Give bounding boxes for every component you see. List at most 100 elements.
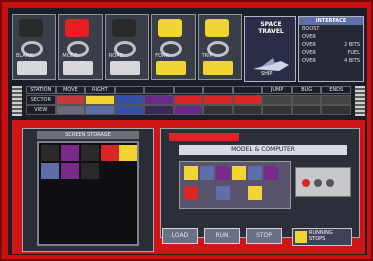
grid-cell	[262, 95, 292, 105]
storage-cell[interactable]	[41, 145, 59, 161]
grid-cell	[291, 95, 322, 105]
slot-base	[17, 61, 47, 75]
grid-cell	[173, 105, 204, 115]
grid-header-cell: BUG	[291, 86, 322, 94]
storage-cell[interactable]	[101, 145, 119, 161]
model-computer-title: MODEL & COMPUTER	[179, 145, 347, 155]
grid-rows: SECTOR VIEW	[26, 95, 352, 115]
slot-5[interactable]: TRIP	[197, 14, 243, 80]
stats-key: BOOST	[302, 26, 320, 32]
black-lamp-icon	[111, 19, 136, 37]
status-monitor	[295, 167, 351, 197]
stats-row: BOOST	[299, 25, 363, 33]
stats-val: FUEL	[347, 50, 360, 56]
control-buttons: LOAD RUN STOP RUNNING STOPS	[162, 228, 358, 250]
grid-header-cell	[144, 86, 174, 94]
crt-bezel: BLANK MODE ROAD FORK TRIP SPACE TRAVEL S…	[0, 0, 373, 261]
red-lamp-icon	[65, 19, 90, 37]
stats-header: INTERFACE	[299, 17, 363, 25]
grid-cell	[321, 105, 352, 115]
slot-2[interactable]: MODE	[58, 14, 103, 80]
slot-base	[202, 61, 233, 75]
slot-label: ROAD	[108, 53, 124, 59]
grid-header-cell: STATION	[26, 86, 56, 94]
storage-cell[interactable]	[81, 163, 99, 179]
grid-cell	[173, 95, 204, 105]
grid-header-cell	[173, 86, 204, 94]
grid-cell: VIEW	[26, 105, 56, 115]
grid-cell	[291, 105, 322, 115]
slot-label: TRIP	[201, 53, 213, 59]
slot-4[interactable]: FORK	[151, 14, 196, 80]
machine-cell[interactable]	[248, 186, 262, 200]
logo-title: SPACE TRAVEL	[258, 21, 284, 35]
stats-row: OVER 4 BITS	[299, 57, 363, 65]
top-slot-strip: BLANK MODE ROAD FORK TRIP	[12, 14, 243, 80]
status-text: RUNNING STOPS	[309, 230, 333, 242]
slot-label: MODE	[62, 53, 78, 59]
machine-board[interactable]	[179, 161, 291, 209]
machine-cell[interactable]	[200, 166, 214, 180]
storage-screen[interactable]	[37, 141, 139, 246]
machine-cell[interactable]	[184, 166, 198, 180]
load-button[interactable]: LOAD	[162, 228, 198, 244]
storage-cell[interactable]	[61, 145, 79, 161]
grid-header: STATION MOVE RIGHT JUMP BUG ENDS	[26, 86, 352, 94]
slot-3[interactable]: ROAD	[104, 14, 150, 80]
status-line-2: STOPS	[309, 236, 326, 242]
grid-cell	[55, 105, 86, 115]
grid-row[interactable]: SECTOR	[26, 95, 352, 105]
grid-header-cell: RIGHT	[85, 86, 115, 94]
grid-cell	[85, 95, 115, 105]
storage-cell[interactable]	[119, 145, 137, 161]
storage-cell[interactable]	[81, 145, 99, 161]
machine-cell[interactable]	[216, 166, 230, 180]
left-vent	[12, 86, 22, 116]
grid-cell	[144, 105, 174, 115]
grid-cell	[321, 95, 352, 105]
gray-indicator-icon	[314, 179, 322, 187]
slot-base	[63, 61, 94, 75]
machine-cell[interactable]	[184, 186, 198, 200]
grid-cell	[203, 105, 233, 115]
run-status-indicator: RUNNING STOPS	[292, 228, 352, 246]
stats-key: OVER	[302, 50, 316, 56]
stats-val: 2 BITS	[344, 42, 360, 48]
grid-cell: SECTOR	[26, 95, 56, 105]
slot-base	[109, 61, 140, 75]
run-button[interactable]: RUN	[204, 228, 240, 244]
black-lamp-icon	[19, 19, 43, 37]
red-indicator-icon	[302, 179, 310, 187]
slot-label: BLANK	[16, 53, 33, 59]
grid-header-cell	[203, 86, 233, 94]
machine-cell[interactable]	[232, 166, 246, 180]
grid-cell	[114, 105, 145, 115]
slot-label: FORK	[155, 53, 169, 59]
logo-panel: SPACE TRAVEL SHIP	[244, 16, 296, 82]
grid-cell	[262, 105, 292, 115]
slot-1[interactable]: BLANK	[12, 14, 57, 80]
grid-header-cell: ENDS	[321, 86, 352, 94]
screen-storage-title: SCREEN STORAGE	[37, 131, 139, 139]
grid-cell	[203, 95, 233, 105]
stats-key: OVER	[302, 42, 316, 48]
machine-cell[interactable]	[216, 186, 230, 200]
stop-button[interactable]: STOP	[246, 228, 282, 244]
storage-cell[interactable]	[41, 163, 59, 179]
grid-row[interactable]: VIEW	[26, 105, 352, 115]
grid-cell	[114, 95, 145, 105]
grid-cell	[232, 95, 263, 105]
machine-cell[interactable]	[264, 166, 278, 180]
stats-row: OVER 2 BITS	[299, 41, 363, 49]
grid-cell	[55, 95, 86, 105]
model-computer-panel: MODEL & COMPUTER	[160, 128, 360, 238]
status-swatch	[295, 231, 307, 243]
stats-key: OVER	[302, 34, 316, 40]
grid-header-cell: JUMP	[262, 86, 292, 94]
stats-row: OVER FUEL	[299, 49, 363, 57]
machine-cell[interactable]	[248, 166, 262, 180]
storage-cell[interactable]	[61, 163, 79, 179]
workbench: SCREEN STORAGE MODEL & COMPUTER LOAD RUN…	[12, 120, 365, 254]
stats-val: 4 BITS	[344, 58, 360, 64]
interface-stats: INTERFACE BOOST OVER OVER 2 BITS OVER FUEL…	[298, 16, 364, 82]
